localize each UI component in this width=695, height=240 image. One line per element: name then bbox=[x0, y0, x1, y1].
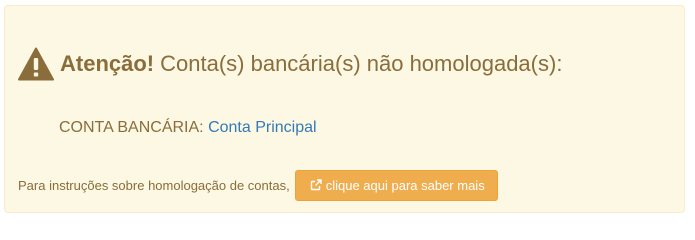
account-link[interactable]: Conta Principal bbox=[208, 119, 317, 136]
external-link-icon bbox=[310, 179, 322, 191]
learn-more-button-label: clique aqui para saber mais bbox=[325, 177, 485, 193]
learn-more-button[interactable]: clique aqui para saber mais bbox=[294, 169, 498, 201]
account-line: CONTA BANCÁRIA: Conta Principal bbox=[59, 119, 317, 137]
instructions-row: Para instruções sobre homologação de con… bbox=[18, 169, 498, 201]
alert-heading: Atenção! Conta(s) bancária(s) não homolo… bbox=[18, 42, 562, 86]
alert-heading-strong: Atenção! bbox=[60, 51, 155, 76]
warning-alert: Atenção! Conta(s) bancária(s) não homolo… bbox=[4, 5, 685, 213]
account-label: CONTA BANCÁRIA: bbox=[59, 119, 204, 136]
instructions-text: Para instruções sobre homologação de con… bbox=[18, 177, 290, 193]
warning-triangle-icon bbox=[18, 47, 54, 81]
alert-heading-text: Conta(s) bancária(s) não homologada(s): bbox=[160, 51, 563, 76]
